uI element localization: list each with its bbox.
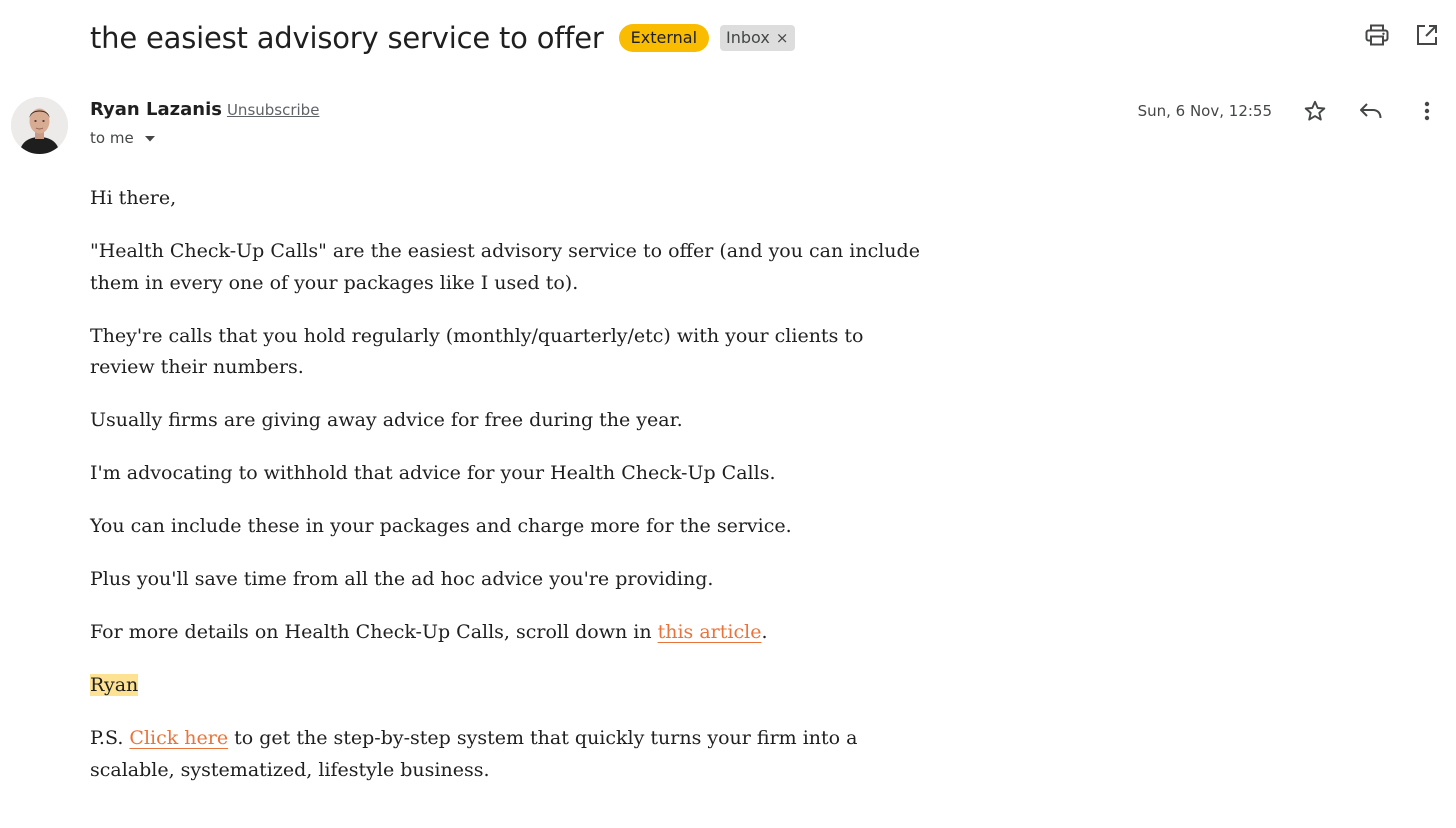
remove-label-icon[interactable]: × xyxy=(776,25,789,51)
message-body: Hi there, "Health Check-Up Calls" are th… xyxy=(90,183,930,808)
paragraph-text: P.S. xyxy=(90,727,130,749)
print-icon[interactable] xyxy=(1364,22,1390,48)
recipient-line: to me xyxy=(90,129,156,147)
body-paragraph: They're calls that you hold regularly (m… xyxy=(90,324,864,379)
body-paragraph: Usually firms are giving away advice for… xyxy=(90,409,683,431)
caret-down-icon[interactable] xyxy=(144,129,156,147)
paragraph-text: . xyxy=(761,621,768,643)
top-actions xyxy=(1364,22,1440,48)
body-paragraph: "Health Check-Up Calls" are the easiest … xyxy=(90,240,920,294)
more-vert-icon[interactable] xyxy=(1414,98,1440,124)
email-view: the easiest advisory service to offer Ex… xyxy=(0,0,1456,828)
open-in-new-window-icon[interactable] xyxy=(1414,22,1440,48)
sender-avatar[interactable] xyxy=(11,97,68,154)
click-here-link[interactable]: Click here xyxy=(129,727,228,749)
signature-paragraph: Ryan xyxy=(90,670,930,702)
unsubscribe-link[interactable]: Unsubscribe xyxy=(227,101,319,119)
message-date: Sun, 6 Nov, 12:55 xyxy=(1137,102,1272,120)
signature: Ryan xyxy=(90,674,139,696)
inbox-label-text: Inbox xyxy=(726,28,770,47)
body-paragraph: You can include these in your packages a… xyxy=(90,515,792,537)
external-label: External xyxy=(618,24,710,52)
recipient-text: to me xyxy=(90,129,134,147)
body-paragraph: Plus you'll save time from all the ad ho… xyxy=(90,568,714,590)
email-subject: the easiest advisory service to offer xyxy=(90,21,604,55)
subject-row: the easiest advisory service to offer Ex… xyxy=(90,18,796,58)
sender-name[interactable]: Ryan Lazanis xyxy=(90,99,222,120)
inbox-label[interactable]: Inbox × xyxy=(720,25,796,51)
star-icon[interactable] xyxy=(1302,98,1328,124)
body-paragraph: I'm advocating to withhold that advice f… xyxy=(90,462,776,484)
article-link[interactable]: this article xyxy=(658,621,762,643)
postscript: P.S. Click here to get the step-by-step … xyxy=(90,723,930,786)
reply-icon[interactable] xyxy=(1358,98,1384,124)
paragraph-text: For more details on Health Check-Up Call… xyxy=(90,621,658,643)
body-paragraph-with-link: For more details on Health Check-Up Call… xyxy=(90,617,930,649)
sender-line: Ryan Lazanis Unsubscribe xyxy=(90,99,319,120)
message-actions: Sun, 6 Nov, 12:55 xyxy=(1138,98,1440,124)
greeting: Hi there, xyxy=(90,187,177,209)
